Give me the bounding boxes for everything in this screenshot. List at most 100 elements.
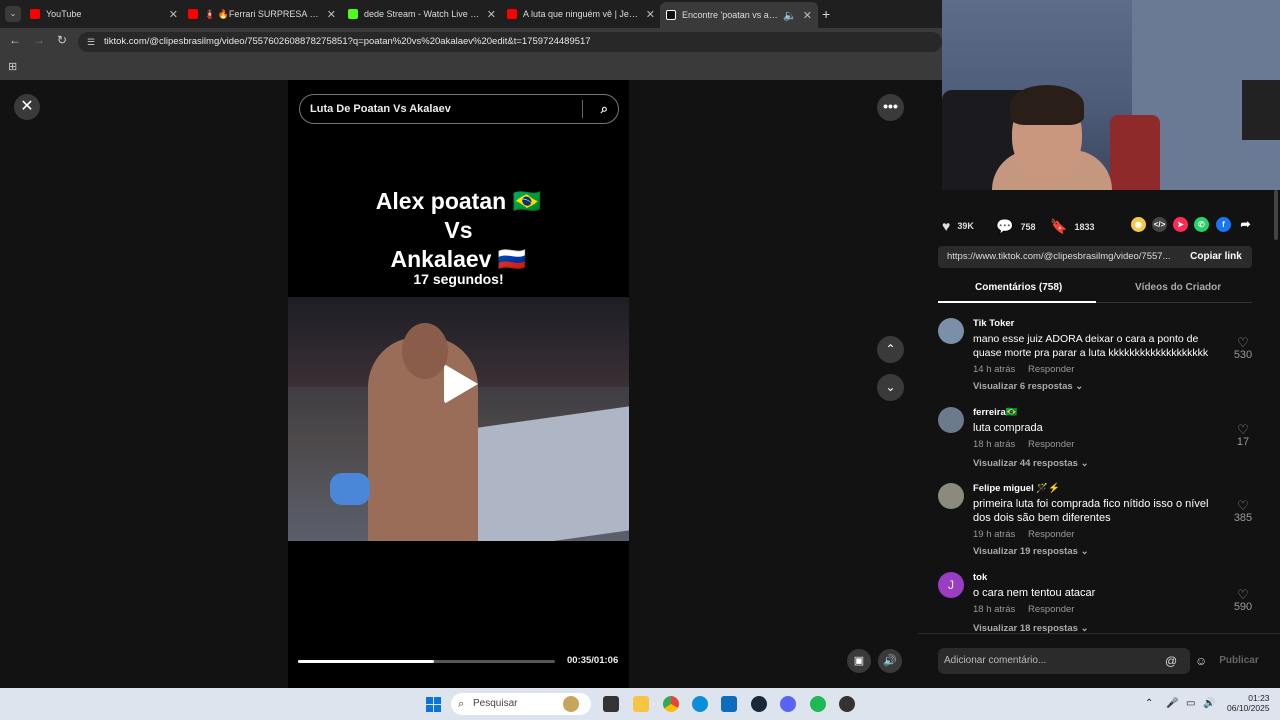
more-options-button[interactable]: ••• [877, 94, 904, 121]
previous-video-button[interactable]: ⌃ [877, 336, 904, 363]
search-query: Luta De Poatan Vs Akalaev [310, 103, 451, 115]
apps-grid-icon[interactable]: ⊞ [8, 60, 17, 73]
reply-button[interactable]: Responder [1028, 529, 1074, 540]
close-tab-icon[interactable]: ✕ [803, 9, 812, 22]
tab-creator-videos[interactable]: Vídeos do Criador [1135, 282, 1221, 293]
hanging-shirt [1110, 115, 1160, 190]
avatar[interactable] [938, 407, 964, 433]
save-stat[interactable]: 🔖 1833 [1050, 218, 1094, 235]
webcam-overlay [942, 0, 1280, 190]
task-view-icon[interactable] [603, 696, 619, 712]
url-field[interactable]: ☰ tiktok.com/@clipesbrasilmg/video/75576… [78, 32, 942, 52]
avatar[interactable] [938, 483, 964, 509]
speaker-icon[interactable]: 🔈 [783, 9, 797, 22]
like-count: 39K [957, 221, 974, 231]
tab-luta[interactable]: A luta que ninguém vê | Jean S ✕ [507, 4, 655, 24]
tab-ferrari[interactable]: 🧯 🔥Ferrari SURPRESA com as ✕ [188, 4, 336, 24]
comment-like[interactable]: ♡ 385 [1228, 499, 1258, 524]
reply-button[interactable]: Responder [1028, 364, 1074, 375]
comment-stat[interactable]: 💬 758 [996, 218, 1035, 235]
emoji-icon[interactable]: ☺ [1195, 648, 1207, 674]
comment-author[interactable]: ferreira🇧🇷 [973, 407, 1018, 418]
scrollbar[interactable] [1274, 190, 1278, 240]
coin-icon[interactable]: ◉ [1131, 217, 1146, 232]
close-tab-icon[interactable]: ✕ [487, 8, 496, 21]
close-tab-icon[interactable]: ✕ [169, 8, 178, 21]
forward-icon[interactable]: → [33, 33, 45, 47]
copy-link-button[interactable]: Copiar link [1180, 246, 1252, 268]
send-icon[interactable]: ➤ [1173, 217, 1188, 232]
tab-comments[interactable]: Comentários (758) [975, 282, 1062, 293]
search-icon[interactable]: ⌕ [601, 95, 608, 123]
embed-icon[interactable]: </> [1152, 217, 1167, 232]
search-icon: ⌕ [458, 698, 465, 710]
reply-button[interactable]: Responder [1028, 439, 1074, 450]
taskbar-search[interactable]: ⌕ Pesquisar [451, 693, 591, 715]
discord-icon[interactable] [780, 696, 796, 712]
start-icon[interactable] [426, 697, 441, 712]
search-input[interactable]: Luta De Poatan Vs Akalaev ⌕ [299, 94, 619, 124]
taskbar-search-text: Pesquisar [473, 698, 518, 709]
volume-icon[interactable]: 🔊 [1203, 698, 1215, 709]
chevron-up-icon[interactable]: ⌃ [1145, 698, 1153, 709]
like-stat[interactable]: ♥ 39K [942, 218, 974, 234]
close-tab-icon[interactable]: ✕ [646, 8, 655, 21]
bookmark-icon: 🔖 [1050, 218, 1068, 234]
whatsapp-icon[interactable]: ✆ [1194, 217, 1209, 232]
close-tab-icon[interactable]: ✕ [327, 8, 336, 21]
spotify-icon[interactable] [810, 696, 826, 712]
facebook-icon[interactable]: f [1216, 217, 1231, 232]
comment-like-count: 530 [1233, 349, 1253, 361]
comment-like[interactable]: ♡ 590 [1228, 588, 1258, 613]
comment-author[interactable]: tok [973, 572, 987, 583]
publish-button[interactable]: Publicar [1214, 648, 1264, 674]
clock-time: 01:23 [1248, 693, 1270, 703]
clock[interactable]: 01:23 06/10/2025 [1227, 693, 1270, 713]
comment-time: 18 h atrás [973, 604, 1016, 615]
edge-icon[interactable] [692, 696, 708, 712]
octagon-canvas [478, 406, 629, 541]
microphone-icon[interactable]: 🎤 [1166, 698, 1178, 709]
chrome-icon[interactable] [663, 696, 679, 712]
view-replies-label: Visualizar 44 respostas [973, 458, 1078, 469]
tab-kick[interactable]: dede Stream - Watch Live on K ✕ [348, 4, 496, 24]
share-arrow-icon[interactable]: ➦ [1238, 217, 1253, 232]
comment-input[interactable]: Adicionar comentário... @ ☺ [938, 648, 1207, 674]
avatar[interactable]: J [938, 572, 964, 598]
mini-player-button[interactable]: ▣ [847, 649, 871, 673]
view-replies-button[interactable]: Visualizar 19 respostas ⌄ [973, 546, 1089, 557]
reload-icon[interactable]: ↻ [57, 33, 67, 47]
kick-icon [348, 9, 358, 19]
tab-tiktok[interactable]: Encontre 'poatan vs akalae 🔈 ✕ [660, 2, 818, 28]
comment-icon: 💬 [996, 218, 1014, 234]
comment-like[interactable]: ♡ 530 [1228, 336, 1258, 361]
play-icon[interactable] [444, 364, 478, 404]
view-replies-button[interactable]: Visualizar 44 respostas ⌄ [973, 458, 1089, 469]
tab-youtube[interactable]: YouTube ✕ [30, 4, 178, 24]
app-icon[interactable] [839, 696, 855, 712]
next-video-button[interactable]: ⌄ [877, 374, 904, 401]
close-button[interactable]: ✕ [14, 94, 40, 120]
comment-author[interactable]: Felipe miguel 🪄⚡ [973, 483, 1060, 494]
view-replies-label: Visualizar 19 respostas [973, 546, 1078, 557]
reply-button[interactable]: Responder [1028, 604, 1074, 615]
steam-icon[interactable] [751, 696, 767, 712]
view-replies-button[interactable]: Visualizar 6 respostas ⌄ [973, 381, 1083, 392]
site-info-icon[interactable]: ☰ [87, 32, 95, 52]
volume-button[interactable]: 🔊 [878, 649, 902, 673]
comment-like[interactable]: ♡ 17 [1228, 423, 1258, 448]
comment-like-count: 17 [1236, 436, 1250, 448]
mention-icon[interactable]: @ [1165, 648, 1177, 674]
display-icon[interactable]: ▭ [1186, 698, 1195, 709]
back-icon[interactable]: ← [9, 33, 21, 47]
tab-list-button[interactable]: ⌄ [5, 6, 21, 22]
clock-date: 06/10/2025 [1227, 703, 1270, 713]
avatar[interactable] [938, 318, 964, 344]
new-tab-button[interactable]: + [822, 4, 836, 24]
comment-author[interactable]: Tik Toker [973, 318, 1014, 329]
outlook-icon[interactable] [721, 696, 737, 712]
file-explorer-icon[interactable] [633, 696, 649, 712]
comment-text: primeira luta foi comprada fico nítido i… [973, 498, 1209, 524]
comment-item: J tok o cara nem tentou atacar 18 h atrá… [938, 572, 1252, 634]
comment-item: ferreira🇧🇷 luta comprada 18 h atrás Resp… [938, 407, 1249, 477]
